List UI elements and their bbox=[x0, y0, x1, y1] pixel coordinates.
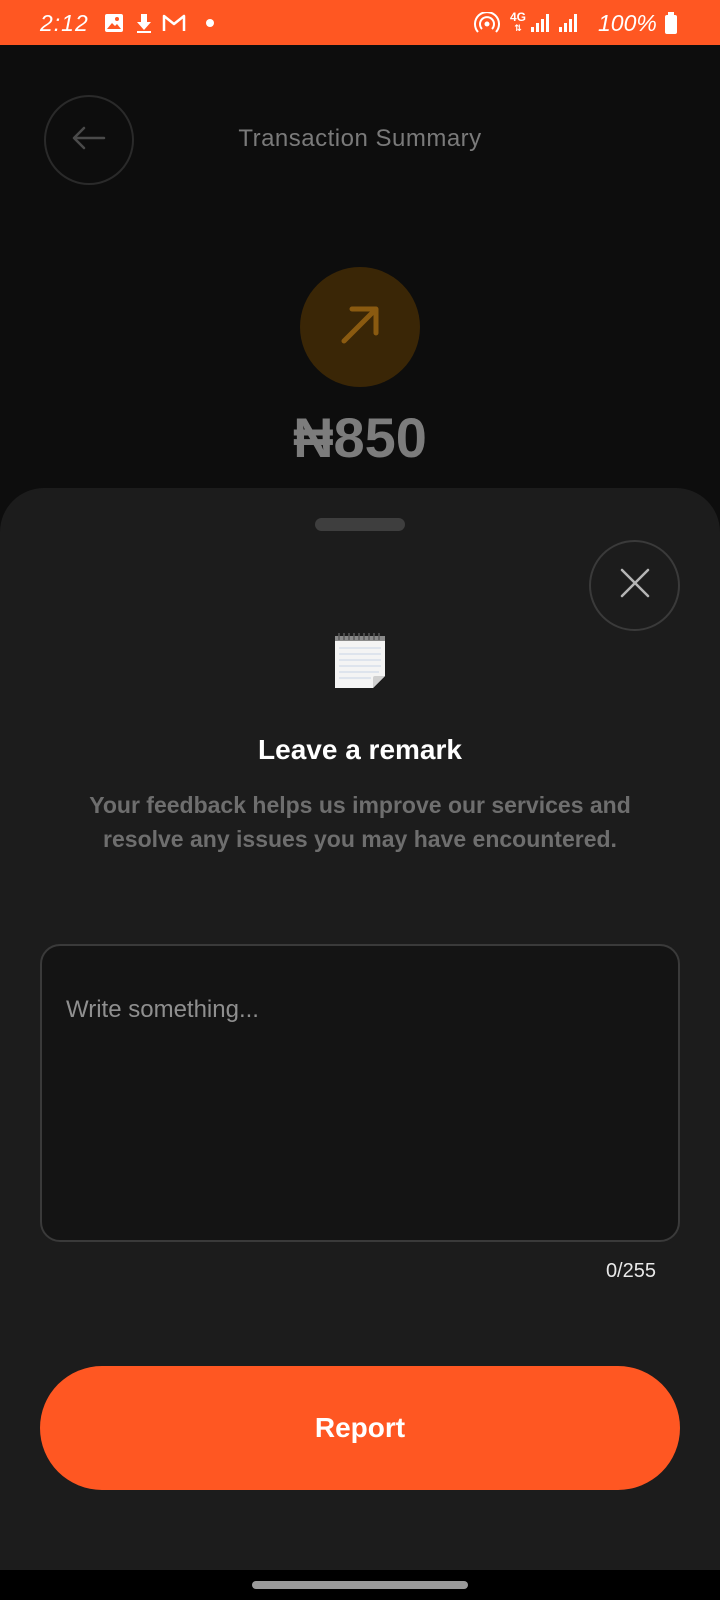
transaction-type-badge bbox=[300, 267, 420, 387]
status-bar: 2:12 4G ⇅ 100% bbox=[0, 0, 720, 45]
remark-bottom-sheet: Leave a remark Your feedback helps us im… bbox=[0, 488, 720, 1570]
notepad-icon bbox=[333, 632, 387, 690]
character-counter: 0/255 bbox=[605, 1260, 656, 1282]
sheet-description: Your feedback helps us improve our servi… bbox=[89, 792, 631, 852]
hotspot-icon bbox=[474, 12, 500, 34]
remark-field-container bbox=[40, 944, 680, 1242]
report-button[interactable]: Report bbox=[40, 1366, 680, 1490]
dot-icon bbox=[204, 12, 216, 34]
gmail-icon bbox=[162, 12, 186, 34]
sheet-drag-handle[interactable] bbox=[315, 518, 405, 531]
network-type: 4G ⇅ bbox=[509, 10, 526, 33]
battery-icon bbox=[664, 12, 678, 34]
sheet-title: Leave a remark bbox=[258, 734, 462, 765]
status-time: 2:12 bbox=[40, 10, 89, 36]
page-title: Transaction Summary bbox=[238, 125, 482, 152]
close-button[interactable] bbox=[589, 540, 680, 631]
signal-icon-2 bbox=[558, 12, 580, 34]
close-icon bbox=[619, 567, 651, 604]
transaction-amount: ₦850 bbox=[293, 406, 427, 469]
arrow-up-right-icon bbox=[338, 303, 382, 352]
gallery-icon bbox=[104, 12, 124, 34]
download-icon bbox=[136, 12, 152, 34]
remark-input[interactable] bbox=[42, 946, 678, 1240]
signal-icon bbox=[530, 12, 552, 34]
home-indicator[interactable] bbox=[252, 1581, 468, 1589]
system-nav-bar bbox=[0, 1570, 720, 1600]
battery-percent: 100% bbox=[598, 10, 657, 36]
